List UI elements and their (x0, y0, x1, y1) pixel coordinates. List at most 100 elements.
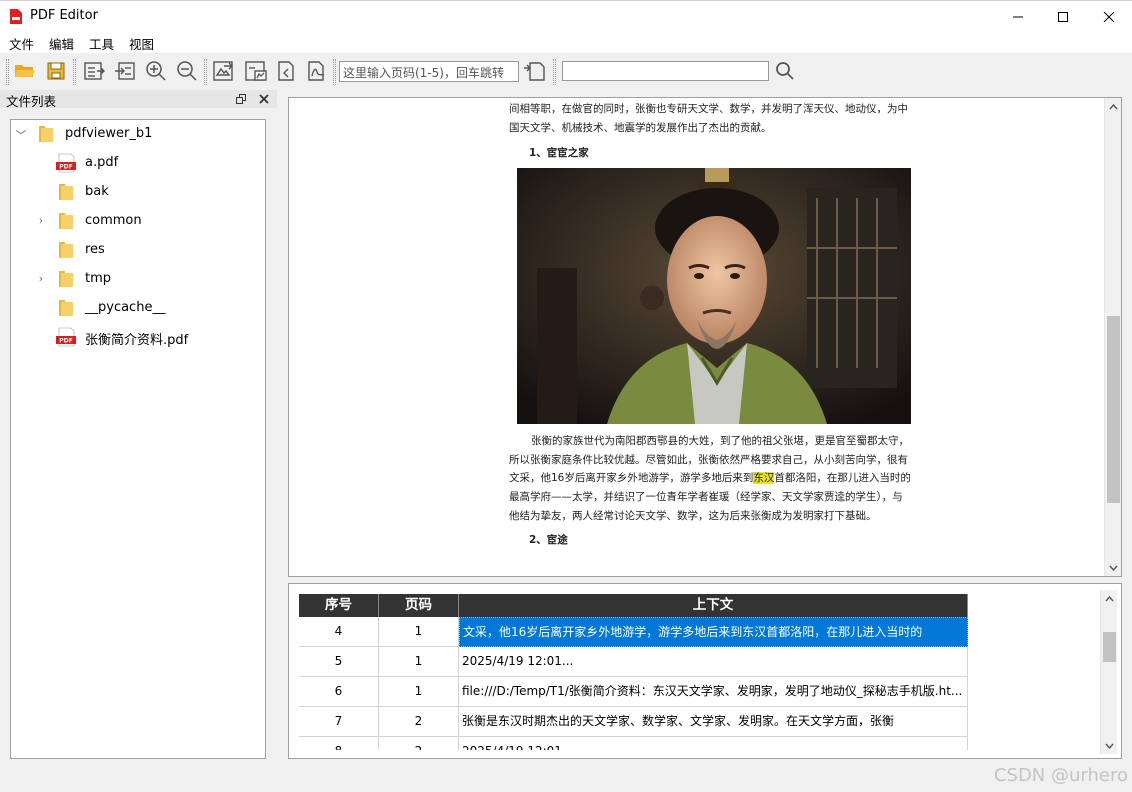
table-cell-index[interactable]: 7 (299, 707, 379, 737)
pdf-file-icon: PDF (56, 153, 76, 173)
table-cell-context[interactable]: 张衡是东汉时期杰出的天文学家、数学家、文学家、发明家。在天文学方面，张衡 (459, 707, 968, 737)
tree-item-a-pdf[interactable]: PDF a.pdf (11, 149, 265, 178)
search-input[interactable] (562, 61, 769, 81)
table-cell-context[interactable]: 2025/4/19 12:01... (459, 737, 968, 750)
go-page-icon (524, 62, 545, 81)
zoom-in-icon (146, 61, 166, 81)
tree-root-label: pdfviewer_b1 (65, 126, 153, 141)
doc-text: 首都洛阳，在那儿进入当时的 (774, 472, 911, 484)
folder-icon (59, 213, 73, 229)
tree-item-label: res (85, 242, 105, 257)
toolbar-separator (553, 59, 556, 85)
scroll-up-icon[interactable] (1101, 590, 1118, 607)
toolbar-separator (333, 59, 336, 85)
results-scrollbar[interactable] (1100, 590, 1117, 754)
menu-bar: 文件 编辑 工具 视图 (0, 31, 1132, 53)
column-header-context[interactable]: 上下文 (459, 594, 968, 617)
table-cell-context[interactable]: file:///D:/Temp/T1/张衡简介资料：东汉天文学家、发明家，发明了… (459, 677, 968, 707)
column-header-page[interactable]: 页码 (379, 594, 459, 617)
open-folder-button[interactable] (12, 58, 38, 84)
page-number-input[interactable]: 这里输入页码(1-5)，回车跳转 (339, 61, 519, 82)
table-cell-context-selected[interactable]: 文采，他16岁后离开家乡外地游学，游学多地后来到东汉首都洛阳，在那儿进入当时的 (459, 617, 968, 647)
table-cell-page[interactable]: 1 (379, 677, 459, 707)
doc-line: 国天文学、机械技术、地震学的发展作出了杰出的贡献。 (509, 122, 772, 134)
zoom-out-button[interactable] (174, 58, 200, 84)
folder-icon (59, 300, 73, 316)
expand-arrow-icon[interactable]: › (35, 214, 47, 227)
doc-line: 最高学府——太学，并结识了一位青年学者崔瑗（经学家、天文学家贾逵的学生），与 (509, 491, 903, 503)
pdf-convert-button[interactable] (304, 58, 330, 84)
table-cell-page[interactable]: 2 (379, 707, 459, 737)
open-folder-icon (15, 65, 35, 77)
scroll-down-icon[interactable] (1101, 737, 1118, 754)
zoom-out-icon (177, 61, 197, 81)
close-dock-icon[interactable] (259, 94, 269, 104)
minimize-button[interactable] (995, 1, 1041, 32)
tree-item-bak[interactable]: bak (11, 178, 265, 207)
maximize-button[interactable] (1040, 1, 1086, 32)
close-icon (1103, 11, 1115, 22)
save-button[interactable] (43, 58, 69, 84)
image-replace-icon (245, 61, 267, 81)
insert-page-button[interactable] (112, 58, 138, 84)
zoom-in-button[interactable] (143, 58, 169, 84)
tree-item-label: a.pdf (85, 155, 119, 170)
scroll-down-icon[interactable] (1105, 559, 1121, 576)
tree-root-item[interactable]: ﹀ pdfviewer_b1 (11, 120, 265, 149)
table-cell-index[interactable]: 5 (299, 647, 379, 677)
pdf-scrollbar[interactable] (1104, 98, 1121, 576)
pdf-page: 间相等职，在做官的同时，张衡也专研天文学、数学，并发明了浑天仪、地动仪，为中 国… (305, 98, 1105, 576)
extract-text-icon (84, 62, 105, 80)
close-button[interactable] (1086, 1, 1132, 32)
tree-item-pycache[interactable]: __pycache__ (11, 294, 265, 323)
float-dock-icon[interactable] (236, 94, 246, 104)
tree-item-label: bak (85, 184, 109, 199)
column-header-index[interactable]: 序号 (299, 594, 379, 617)
search-results-table: 序号 页码 上下文 4 1 文采，他16岁后离开家乡外地游学，游学多地后来到东汉… (299, 594, 968, 750)
minimize-icon (1013, 16, 1023, 17)
file-list-title: 文件列表 (6, 94, 57, 109)
expand-arrow-icon[interactable]: › (35, 272, 47, 285)
svg-text:PDF: PDF (59, 338, 72, 345)
table-cell-page[interactable]: 1 (379, 617, 459, 647)
svg-text:PDF: PDF (59, 164, 72, 171)
tree-item-tmp[interactable]: › tmp (11, 265, 265, 294)
tree-item-res[interactable]: res (11, 236, 265, 265)
doc-heading: 2、宦途 (529, 534, 568, 546)
toolbar-grip (6, 59, 9, 85)
pdf-file-icon: PDF (56, 327, 76, 347)
image-replace-button[interactable] (243, 58, 269, 84)
tree-item-common[interactable]: › common (11, 207, 265, 236)
file-tree: ﹀ pdfviewer_b1 PDF a.pdf bak › common re… (10, 119, 266, 759)
window-title: PDF Editor (30, 8, 98, 23)
extract-text-button[interactable] (81, 58, 107, 84)
search-button[interactable] (772, 58, 798, 84)
table-cell-index[interactable]: 8 (299, 737, 379, 750)
doc-line: 张衡的家族世代为南阳郡西鄂县的大姓，到了他的祖父张堪，更是官至蜀郡太守， (531, 435, 909, 447)
insert-page-icon (115, 62, 135, 80)
collapse-arrow-icon[interactable]: ﹀ (15, 127, 27, 143)
table-cell-index[interactable]: 4 (299, 617, 379, 647)
menu-tools[interactable]: 工具 (89, 34, 114, 53)
toolbar-separator (204, 59, 207, 85)
pdf-app-icon (10, 9, 22, 24)
folder-icon (59, 184, 73, 200)
scroll-thumb[interactable] (1103, 632, 1116, 662)
doc-text: 文采，他16岁后离开家乡外地游学，游学多地后来到 (509, 472, 754, 484)
table-cell-page[interactable]: 2 (379, 737, 459, 750)
table-cell-page[interactable]: 1 (379, 647, 459, 677)
table-cell-context[interactable]: 2025/4/19 12:01... (459, 647, 968, 677)
menu-edit[interactable]: 编辑 (49, 34, 74, 53)
table-cell-index[interactable]: 6 (299, 677, 379, 707)
menu-view[interactable]: 视图 (129, 34, 154, 53)
scroll-up-icon[interactable] (1105, 98, 1121, 115)
scroll-thumb[interactable] (1107, 316, 1120, 503)
page-extract-button[interactable] (273, 58, 299, 84)
go-page-button[interactable] (521, 58, 547, 84)
folder-icon (39, 126, 53, 142)
image-export-button[interactable] (211, 58, 237, 84)
tree-item-zhangheng-pdf[interactable]: PDF 张衡简介资料.pdf (11, 323, 265, 352)
pdf-viewer[interactable]: 间相等职，在做官的同时，张衡也专研天文学、数学，并发明了浑天仪、地动仪，为中 国… (288, 97, 1122, 577)
menu-file[interactable]: 文件 (9, 34, 34, 53)
doc-line: 所以张衡家庭条件比较优越。尽管如此，张衡依然严格要求自己，从小刻苦向学，很有 (509, 454, 908, 466)
